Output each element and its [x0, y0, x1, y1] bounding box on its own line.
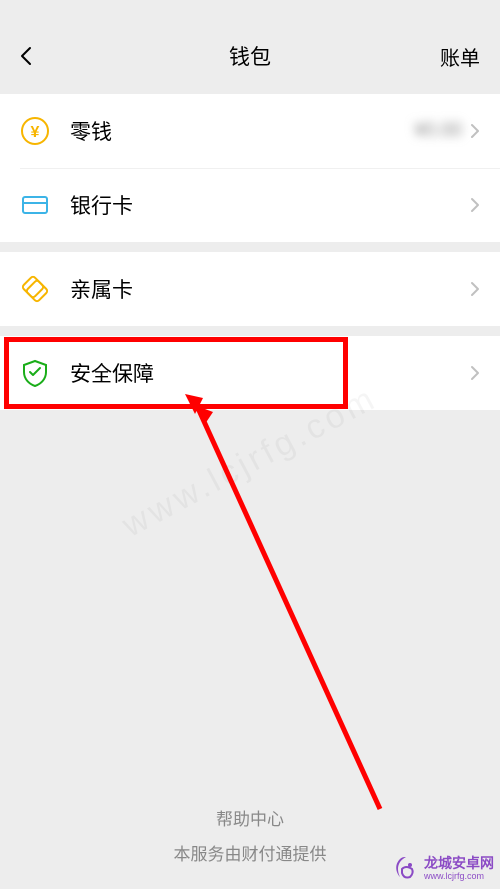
status-bar — [0, 0, 500, 28]
bankcard-label: 银行卡 — [70, 190, 470, 220]
chevron-right-icon — [470, 197, 480, 213]
row-security[interactable]: 安全保障 — [0, 336, 500, 410]
watermark-url: www.lcjrfg.com — [424, 872, 494, 882]
svg-text:¥: ¥ — [31, 124, 40, 141]
watermark-title: 龙城安卓网 — [424, 856, 494, 871]
shield-icon — [20, 358, 50, 388]
yen-coin-icon: ¥ — [20, 116, 50, 146]
balance-label: 零钱 — [70, 116, 414, 146]
row-familycard[interactable]: 亲属卡 — [0, 252, 500, 326]
chevron-right-icon — [470, 365, 480, 381]
row-balance[interactable]: ¥ 零钱 ¥0.00 — [0, 94, 500, 168]
security-label: 安全保障 — [70, 358, 470, 388]
annotation-arrow — [185, 394, 385, 814]
watermark-logo-icon — [392, 855, 420, 883]
chevron-left-icon — [20, 46, 32, 66]
bills-button[interactable]: 账单 — [440, 42, 480, 71]
familycard-label: 亲属卡 — [70, 274, 470, 304]
nav-bar: 钱包 账单 — [0, 28, 500, 84]
help-center-link[interactable]: 帮助中心 — [0, 805, 500, 830]
row-bankcard[interactable]: 银行卡 — [0, 168, 500, 242]
section-security: 安全保障 — [0, 336, 500, 410]
chevron-right-icon — [470, 281, 480, 297]
section-family: 亲属卡 — [0, 252, 500, 326]
chevron-right-icon — [470, 123, 480, 139]
card-icon — [20, 190, 50, 220]
section-balance-cards: ¥ 零钱 ¥0.00 银行卡 — [0, 94, 500, 242]
page-title: 钱包 — [229, 41, 271, 71]
balance-value: ¥0.00 — [414, 120, 462, 142]
site-watermark: 龙城安卓网 www.lcjrfg.com — [392, 855, 494, 883]
family-card-icon — [20, 274, 50, 304]
back-button[interactable] — [20, 46, 60, 66]
